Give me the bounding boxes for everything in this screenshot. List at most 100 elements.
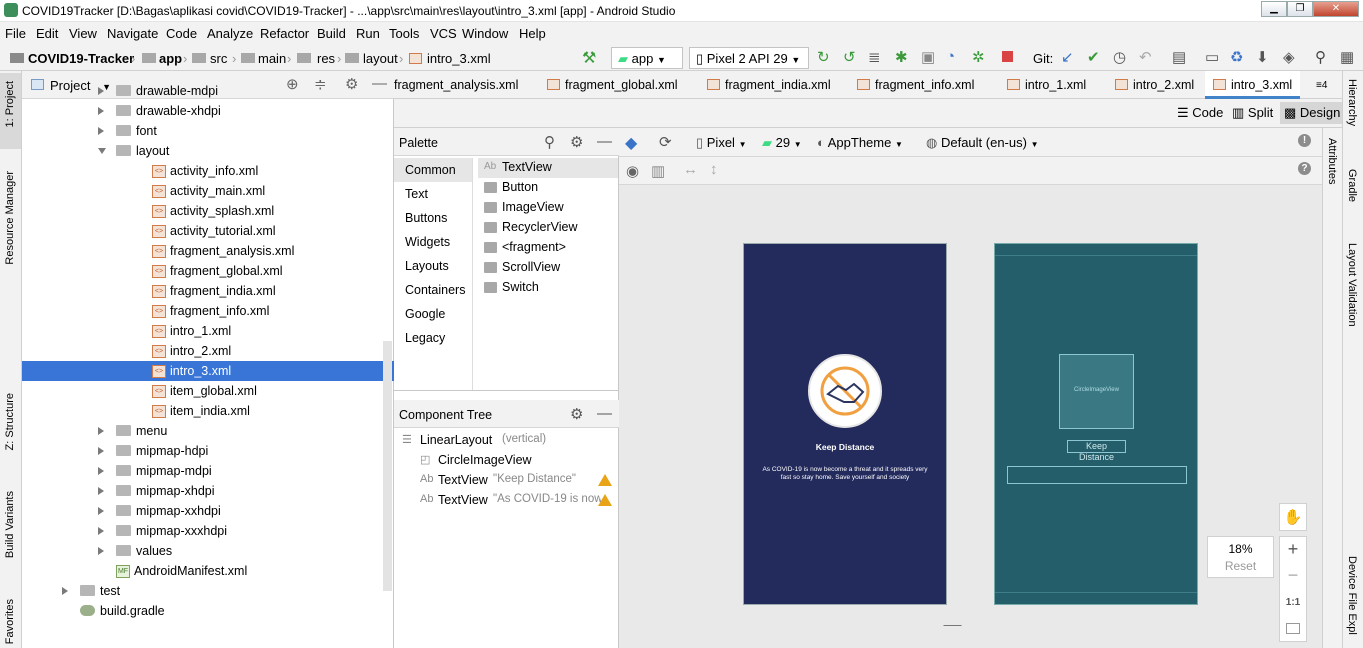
menu-view[interactable]: View bbox=[69, 26, 97, 41]
build-variants-tool-label[interactable]: Build Variants bbox=[4, 491, 16, 558]
design-surface-icon[interactable]: ◆ bbox=[625, 133, 643, 152]
tree-item-fragment-info-xml[interactable]: <> fragment_info.xml bbox=[22, 301, 394, 321]
tree-item-fragment-analysis-xml[interactable]: <> fragment_analysis.xml bbox=[22, 241, 394, 261]
device-select[interactable]: ▯ Pixel ▼ bbox=[696, 135, 747, 151]
palette-category-widgets[interactable]: Widgets bbox=[394, 230, 472, 254]
project-structure-icon[interactable]: ▤ bbox=[1172, 48, 1190, 66]
orientation-icon[interactable]: ⟳ bbox=[659, 133, 677, 151]
component-tree-item[interactable]: Ab TextView "Keep Distance" bbox=[394, 470, 619, 490]
menu-refactor[interactable]: Refactor bbox=[260, 26, 309, 41]
tree-item-activity-splash-xml[interactable]: <> activity_splash.xml bbox=[22, 201, 394, 221]
breadcrumb-project[interactable]: COVID19-Tracker bbox=[28, 51, 134, 66]
avd-manager-icon[interactable]: ▭ bbox=[1205, 48, 1223, 66]
debug-icon[interactable]: ✱ bbox=[895, 48, 913, 66]
git-update-icon[interactable]: ↙ bbox=[1061, 48, 1079, 66]
palette-item-imageview[interactable]: ImageView bbox=[478, 198, 618, 218]
coverage-icon[interactable]: ≣ bbox=[868, 48, 886, 66]
tree-item-androidmanifest-xml[interactable]: MF AndroidManifest.xml bbox=[22, 561, 394, 581]
expand-arrow-icon[interactable] bbox=[98, 148, 106, 154]
component-tree-item[interactable]: ◰ CircleImageView bbox=[394, 450, 619, 470]
blueprint-heading[interactable]: Keep Distance bbox=[1067, 440, 1126, 462]
collapse-arrow-icon[interactable] bbox=[98, 487, 104, 495]
breadcrumb-layout[interactable]: layout bbox=[363, 51, 398, 66]
tree-item-activity-info-xml[interactable]: <> activity_info.xml bbox=[22, 161, 394, 181]
palette-category-containers[interactable]: Containers bbox=[394, 278, 472, 302]
tree-item-mipmap-xxxhdpi[interactable]: mipmap-xxxhdpi bbox=[22, 521, 394, 541]
collapse-arrow-icon[interactable] bbox=[98, 467, 104, 475]
palette-category-legacy[interactable]: Legacy bbox=[394, 326, 472, 350]
tab-fragment-info-xml[interactable]: fragment_info.xml bbox=[849, 71, 982, 99]
warning-icon[interactable] bbox=[598, 494, 612, 506]
api-level-select[interactable]: ▰ 29 ▼ bbox=[762, 135, 802, 151]
collapse-arrow-icon[interactable] bbox=[98, 87, 104, 95]
palette-category-text[interactable]: Text bbox=[394, 182, 472, 206]
layout-inspector-icon[interactable]: ◈ bbox=[1283, 48, 1301, 66]
palette-category-buttons[interactable]: Buttons bbox=[394, 206, 472, 230]
menu-build[interactable]: Build bbox=[317, 26, 346, 41]
make-project-icon[interactable]: ⚒ bbox=[582, 48, 600, 67]
menu-edit[interactable]: Edit bbox=[36, 26, 58, 41]
breadcrumb-app[interactable]: app bbox=[159, 51, 182, 66]
zoom-fit-button[interactable] bbox=[1286, 623, 1300, 634]
palette-item-scrollview[interactable]: ScrollView bbox=[478, 258, 618, 278]
apply-code-changes-icon[interactable]: ↺ bbox=[843, 48, 861, 66]
project-tool-label[interactable]: 1: Project bbox=[4, 81, 16, 127]
apply-changes-icon[interactable]: ↻ bbox=[817, 48, 835, 66]
locale-select[interactable]: ◍ Default (en-us) ▼ bbox=[926, 135, 1039, 151]
maximize-button[interactable]: ❐ bbox=[1287, 1, 1313, 17]
tab-intro-2-xml[interactable]: intro_2.xml bbox=[1107, 71, 1202, 99]
tree-item-intro-3-xml[interactable]: <> intro_3.xml bbox=[22, 361, 394, 381]
zoom-reset[interactable]: Reset bbox=[1208, 559, 1273, 573]
tree-item-layout[interactable]: layout bbox=[22, 141, 394, 161]
tree-item-item-india-xml[interactable]: <> item_india.xml bbox=[22, 401, 394, 421]
component-tree-item[interactable]: ☰ LinearLayout (vertical) bbox=[394, 430, 619, 450]
collapse-arrow-icon[interactable] bbox=[98, 127, 104, 135]
collapse-arrow-icon[interactable] bbox=[98, 447, 104, 455]
palette-item-button[interactable]: Button bbox=[478, 178, 618, 198]
menu-code[interactable]: Code bbox=[166, 26, 197, 41]
search-icon[interactable]: ⚲ bbox=[544, 133, 562, 151]
tree-item-menu[interactable]: menu bbox=[22, 421, 394, 441]
tree-item-mipmap-xhdpi[interactable]: mipmap-xhdpi bbox=[22, 481, 394, 501]
collapse-arrow-icon[interactable] bbox=[98, 427, 104, 435]
layout-validation-tool-label[interactable]: Layout Validation bbox=[1346, 243, 1358, 327]
run-with-coverage-icon[interactable]: ✲ bbox=[972, 48, 990, 66]
hide-panel-icon[interactable]: — bbox=[597, 405, 615, 423]
device-select[interactable]: ▯ Pixel 2 API 29 ▼ bbox=[689, 47, 809, 69]
tree-item-test[interactable]: test bbox=[22, 581, 394, 601]
git-history-icon[interactable]: ◷ bbox=[1113, 48, 1131, 66]
warnings-icon[interactable]: ! bbox=[1298, 134, 1316, 152]
stop-icon[interactable] bbox=[999, 48, 1017, 66]
search-icon[interactable]: ⚲ bbox=[1315, 48, 1333, 66]
structure-tool-label[interactable]: Z: Structure bbox=[4, 393, 16, 450]
close-button[interactable]: ✕ bbox=[1313, 1, 1359, 17]
horizontal-constraint-icon[interactable]: ↔ bbox=[683, 161, 701, 179]
settings-gear-icon[interactable]: ⚙ bbox=[570, 133, 588, 151]
tree-item-mipmap-xxhdpi[interactable]: mipmap-xxhdpi bbox=[22, 501, 394, 521]
theme-select[interactable]: ◐ AppTheme ▼ bbox=[817, 135, 903, 150]
blueprint-toggle-icon[interactable]: ▥ bbox=[651, 162, 669, 180]
tree-item-item-global-xml[interactable]: <> item_global.xml bbox=[22, 381, 394, 401]
breadcrumb-main[interactable]: main bbox=[258, 51, 286, 66]
attributes-tool-label[interactable]: Attributes bbox=[1326, 138, 1338, 184]
collapse-arrow-icon[interactable] bbox=[98, 527, 104, 535]
palette-item-recyclerview[interactable]: RecyclerView bbox=[478, 218, 618, 238]
zoom-in-button[interactable]: + bbox=[1280, 539, 1306, 560]
hierarchy-tool-label[interactable]: Hierarchy bbox=[1346, 79, 1358, 126]
tree-item-drawable-mdpi[interactable]: drawable-mdpi bbox=[22, 81, 394, 101]
design-canvas[interactable] bbox=[619, 185, 1322, 648]
collapse-arrow-icon[interactable] bbox=[62, 587, 68, 595]
zoom-out-button[interactable]: − bbox=[1280, 565, 1306, 586]
menu-file[interactable]: File bbox=[5, 26, 26, 41]
pan-button[interactable]: ✋ bbox=[1279, 503, 1307, 531]
eye-icon[interactable]: ◉ bbox=[626, 162, 644, 180]
tree-item-activity-tutorial-xml[interactable]: <> activity_tutorial.xml bbox=[22, 221, 394, 241]
hide-panel-icon[interactable]: — bbox=[597, 133, 615, 151]
collapse-arrow-icon[interactable] bbox=[98, 507, 104, 515]
palette-item-textview[interactable]: Ab TextView bbox=[478, 158, 618, 178]
component-tree-item[interactable]: Ab TextView "As COVID-19 is now bbox=[394, 490, 619, 510]
tree-scrollbar[interactable] bbox=[383, 341, 392, 591]
preview-body[interactable]: As COVID-19 is now become a threat and i… bbox=[758, 466, 932, 482]
favorites-tool-label[interactable]: Favorites bbox=[4, 599, 16, 644]
run-config-select[interactable]: ▰ app ▼ bbox=[611, 47, 683, 69]
